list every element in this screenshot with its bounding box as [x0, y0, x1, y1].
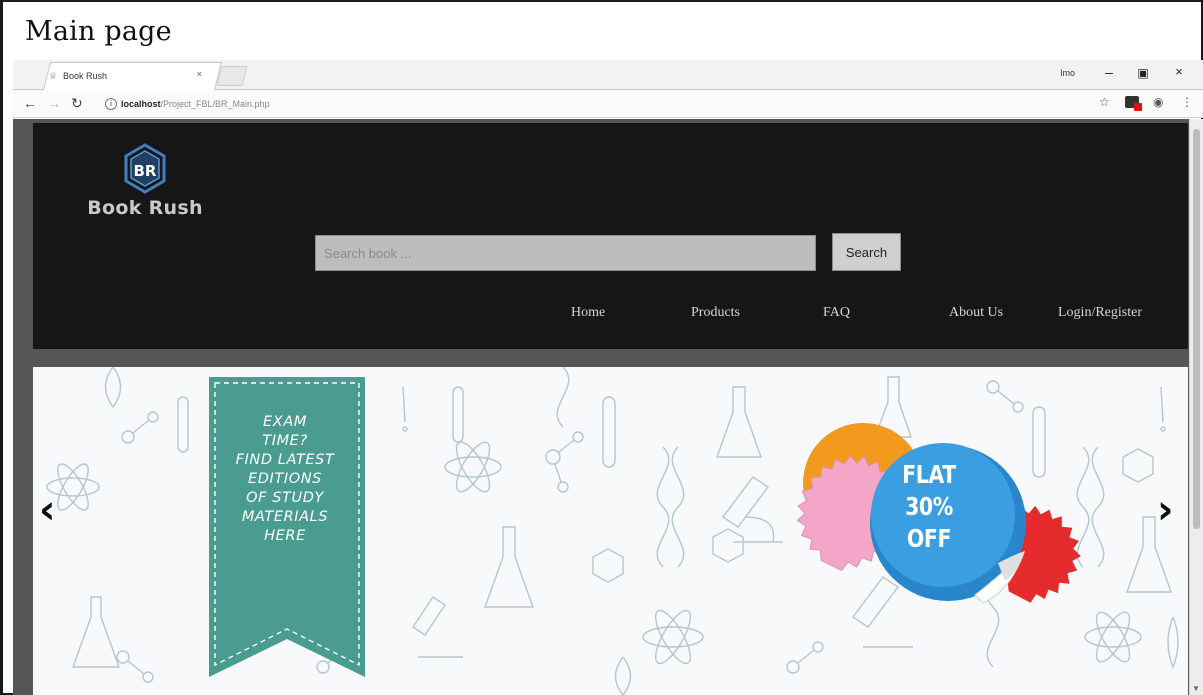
browser-tab-strip: ♕ Book Rush × lmo – ▣ ×: [13, 60, 1203, 90]
scrollbar-thumb[interactable]: [1193, 129, 1200, 529]
figure-caption: Main page: [25, 16, 172, 47]
restore-icon[interactable]: ▣: [1133, 66, 1153, 80]
ribbon-line: TIME?: [262, 433, 308, 449]
carousel-prev-arrow-icon[interactable]: ‹: [39, 487, 55, 533]
carousel-next-arrow-icon[interactable]: ›: [1157, 487, 1173, 533]
site-logo[interactable]: BR Book Rush: [85, 141, 205, 231]
tab-title: Book Rush: [63, 71, 108, 81]
badge-line: FLAT: [902, 460, 956, 489]
ribbon-line: HERE: [264, 528, 306, 544]
info-icon[interactable]: i: [105, 98, 117, 110]
search-input[interactable]: [315, 235, 816, 271]
scroll-down-arrow-icon[interactable]: ▼: [1192, 684, 1200, 693]
minimize-icon[interactable]: –: [1099, 64, 1119, 80]
logo-hexagon-icon: BR: [124, 143, 166, 194]
logo-monogram: BR: [134, 162, 157, 180]
page-viewport: BR Book Rush Search Home Products FAQ Ab…: [13, 119, 1203, 695]
logo-text: Book Rush: [87, 197, 203, 219]
banner-carousel: EXAM TIME? FIND LATEST EDITIONS OF STUDY…: [33, 367, 1188, 695]
main-nav: Home Products FAQ About Us Login/Registe…: [533, 295, 1173, 335]
search-button[interactable]: Search: [832, 233, 901, 271]
badge-text: FLAT 30% OFF: [880, 459, 978, 555]
screenshot-frame: Main page ♕ Book Rush × lmo – ▣ × ← → ↻ …: [0, 0, 1203, 695]
ribbon-line: OF STUDY: [246, 490, 324, 506]
browser-toolbar: ← → ↻ i localhost /Project_FBL/BR_Main.p…: [13, 90, 1203, 118]
profile-chip[interactable]: lmo: [1060, 68, 1075, 78]
nav-home[interactable]: Home: [571, 305, 605, 321]
new-tab-button[interactable]: [216, 66, 248, 86]
reload-icon[interactable]: ↻: [71, 95, 83, 112]
nav-products[interactable]: Products: [691, 305, 740, 321]
settings-icon[interactable]: ◉: [1153, 95, 1163, 109]
url-host: localhost: [121, 99, 161, 109]
ribbon-text: EXAM TIME? FIND LATEST EDITIONS OF STUDY…: [209, 413, 361, 546]
extension-icon[interactable]: [1125, 96, 1142, 111]
ribbon-line: EDITIONS: [247, 471, 322, 487]
nav-faq[interactable]: FAQ: [823, 305, 850, 321]
url-path: /Project_FBL/BR_Main.php: [160, 99, 270, 109]
nav-login-register[interactable]: Login/Register: [1058, 305, 1142, 321]
forward-icon[interactable]: →: [47, 95, 61, 111]
browser-tab-content[interactable]: ♕ Book Rush ×: [49, 66, 214, 86]
site-header: BR Book Rush Search Home Products FAQ Ab…: [33, 123, 1188, 349]
star-icon[interactable]: ☆: [1099, 95, 1110, 109]
page-scrollbar[interactable]: ▼: [1189, 119, 1203, 695]
ribbon-line: EXAM: [263, 414, 307, 430]
close-window-icon[interactable]: ×: [1169, 64, 1189, 79]
extension-badge: [1134, 103, 1142, 111]
book-favicon-icon: ♕: [49, 71, 58, 81]
menu-icon[interactable]: ⋮: [1181, 95, 1193, 109]
back-icon[interactable]: ←: [23, 95, 37, 111]
badge-line: 30% OFF: [905, 492, 953, 553]
nav-about-us[interactable]: About Us: [949, 305, 1003, 321]
ribbon-line: MATERIALS: [241, 509, 329, 525]
address-bar[interactable]: i localhost /Project_FBL/BR_Main.php: [105, 94, 1105, 114]
ribbon-line: FIND LATEST: [235, 452, 335, 468]
tab-close-icon[interactable]: ×: [197, 69, 202, 79]
